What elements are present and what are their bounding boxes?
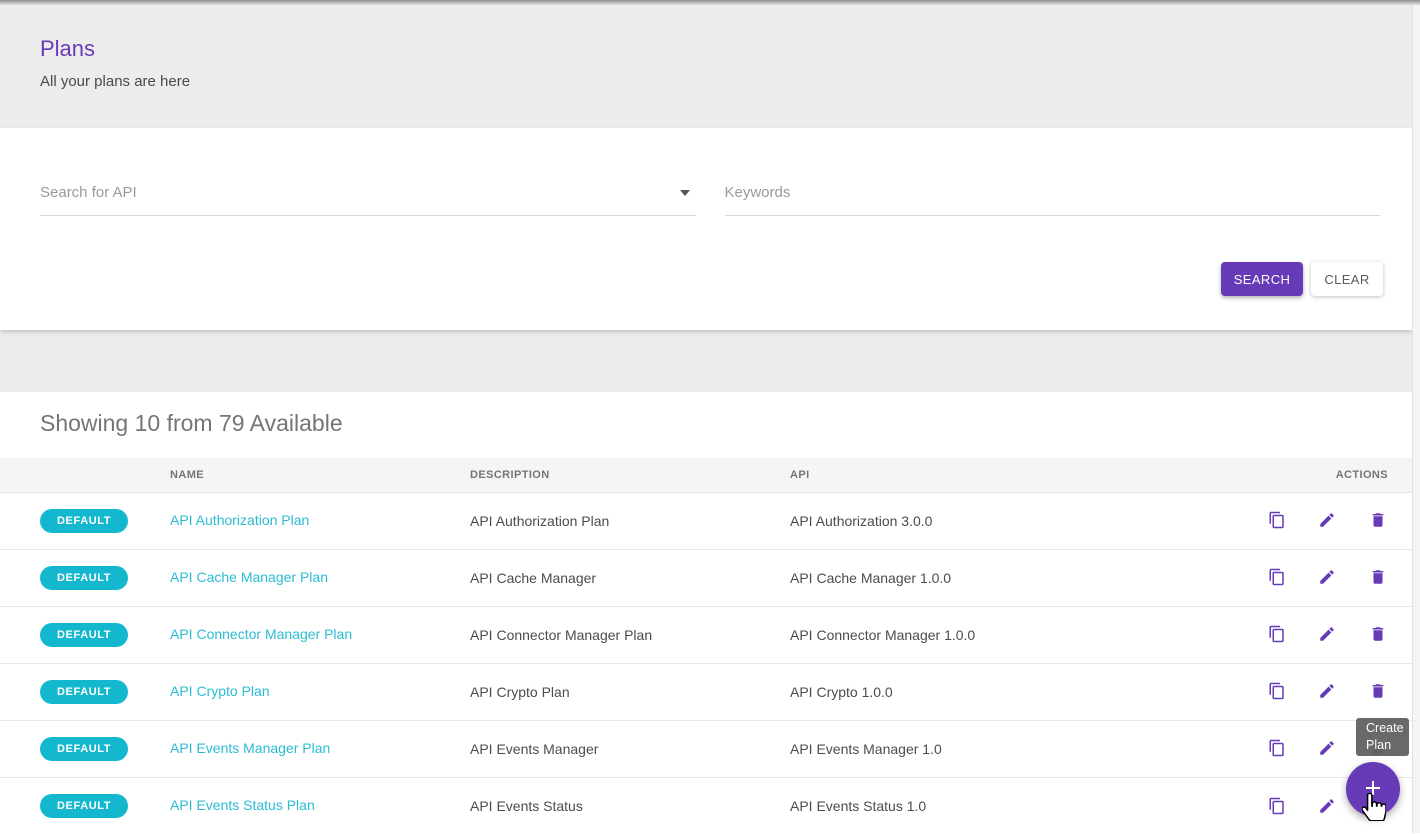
edit-icon[interactable] bbox=[1318, 797, 1336, 815]
plan-name-link[interactable]: API Crypto Plan bbox=[170, 683, 270, 699]
edit-icon[interactable] bbox=[1318, 568, 1336, 586]
column-api: API bbox=[790, 458, 1240, 492]
page-header: Plans All your plans are here bbox=[0, 0, 1412, 128]
plans-table: NAME DESCRIPTION API ACTIONS DEFAULT API… bbox=[0, 458, 1412, 834]
create-plan-tooltip: Create Plan bbox=[1356, 718, 1409, 756]
status-badge: DEFAULT bbox=[40, 680, 128, 704]
delete-icon[interactable] bbox=[1369, 625, 1387, 643]
plan-api: API Events Manager 1.0 bbox=[790, 720, 1240, 777]
search-button[interactable]: SEARCH bbox=[1221, 262, 1303, 296]
plan-api: API Authorization 3.0.0 bbox=[790, 492, 1240, 549]
page-subtitle: All your plans are here bbox=[40, 73, 1372, 90]
plan-api: API Connector Manager 1.0.0 bbox=[790, 606, 1240, 663]
plan-api: API Crypto 1.0.0 bbox=[790, 663, 1240, 720]
table-row: DEFAULT API Cache Manager Plan API Cache… bbox=[0, 549, 1412, 606]
results-summary: Showing 10 from 79 Available bbox=[0, 392, 1412, 458]
plan-description: API Cache Manager bbox=[470, 549, 790, 606]
table-row: DEFAULT API Events Manager Plan API Even… bbox=[0, 720, 1412, 777]
plan-description: API Authorization Plan bbox=[470, 492, 790, 549]
edit-icon[interactable] bbox=[1318, 739, 1336, 757]
api-search-input[interactable] bbox=[40, 178, 696, 216]
clear-button[interactable]: CLEAR bbox=[1311, 262, 1383, 296]
plan-name-link[interactable]: API Events Manager Plan bbox=[170, 740, 330, 756]
column-actions: ACTIONS bbox=[1240, 458, 1412, 492]
keywords-field bbox=[725, 178, 1381, 216]
status-badge: DEFAULT bbox=[40, 737, 128, 761]
table-header: NAME DESCRIPTION API ACTIONS bbox=[0, 458, 1412, 492]
delete-icon[interactable] bbox=[1369, 682, 1387, 700]
plan-name-link[interactable]: API Connector Manager Plan bbox=[170, 626, 352, 642]
column-badge bbox=[0, 458, 170, 492]
plan-description: API Crypto Plan bbox=[470, 663, 790, 720]
edit-icon[interactable] bbox=[1318, 511, 1336, 529]
search-card: SEARCH CLEAR bbox=[0, 128, 1412, 330]
api-select-field bbox=[40, 178, 696, 216]
copy-icon[interactable] bbox=[1268, 568, 1286, 586]
status-badge: DEFAULT bbox=[40, 794, 128, 818]
scrollbar[interactable] bbox=[1412, 0, 1420, 833]
plan-description: API Events Status bbox=[470, 777, 790, 834]
plan-name-link[interactable]: API Events Status Plan bbox=[170, 797, 315, 813]
plan-name-link[interactable]: API Cache Manager Plan bbox=[170, 569, 328, 585]
status-badge: DEFAULT bbox=[40, 623, 128, 647]
delete-icon[interactable] bbox=[1369, 511, 1387, 529]
search-fields bbox=[0, 128, 1412, 216]
results-section: Showing 10 from 79 Available NAME DESCRI… bbox=[0, 392, 1412, 834]
table-row: DEFAULT API Events Status Plan API Event… bbox=[0, 777, 1412, 834]
delete-icon[interactable] bbox=[1369, 568, 1387, 586]
keywords-input[interactable] bbox=[725, 178, 1381, 216]
hand-cursor-icon bbox=[1362, 793, 1386, 826]
section-divider bbox=[0, 330, 1412, 392]
copy-icon[interactable] bbox=[1268, 682, 1286, 700]
status-badge: DEFAULT bbox=[40, 509, 128, 533]
edit-icon[interactable] bbox=[1318, 682, 1336, 700]
plan-name-link[interactable]: API Authorization Plan bbox=[170, 512, 309, 528]
copy-icon[interactable] bbox=[1268, 739, 1286, 757]
copy-icon[interactable] bbox=[1268, 511, 1286, 529]
column-description: DESCRIPTION bbox=[470, 458, 790, 492]
plan-api: API Cache Manager 1.0.0 bbox=[790, 549, 1240, 606]
table-row: DEFAULT API Authorization Plan API Autho… bbox=[0, 492, 1412, 549]
table-row: DEFAULT API Connector Manager Plan API C… bbox=[0, 606, 1412, 663]
plan-api: API Events Status 1.0 bbox=[790, 777, 1240, 834]
search-actions: SEARCH CLEAR bbox=[0, 216, 1412, 296]
page-title: Plans bbox=[40, 36, 1372, 62]
caret-down-icon[interactable] bbox=[680, 190, 690, 196]
column-name: NAME bbox=[170, 458, 470, 492]
copy-icon[interactable] bbox=[1268, 625, 1286, 643]
plan-description: API Connector Manager Plan bbox=[470, 606, 790, 663]
plan-description: API Events Manager bbox=[470, 720, 790, 777]
table-row: DEFAULT API Crypto Plan API Crypto Plan … bbox=[0, 663, 1412, 720]
copy-icon[interactable] bbox=[1268, 797, 1286, 815]
top-appbar-shadow bbox=[0, 0, 1420, 5]
edit-icon[interactable] bbox=[1318, 625, 1336, 643]
plans-page: Plans All your plans are here SEARCH CLE… bbox=[0, 0, 1412, 833]
status-badge: DEFAULT bbox=[40, 566, 128, 590]
